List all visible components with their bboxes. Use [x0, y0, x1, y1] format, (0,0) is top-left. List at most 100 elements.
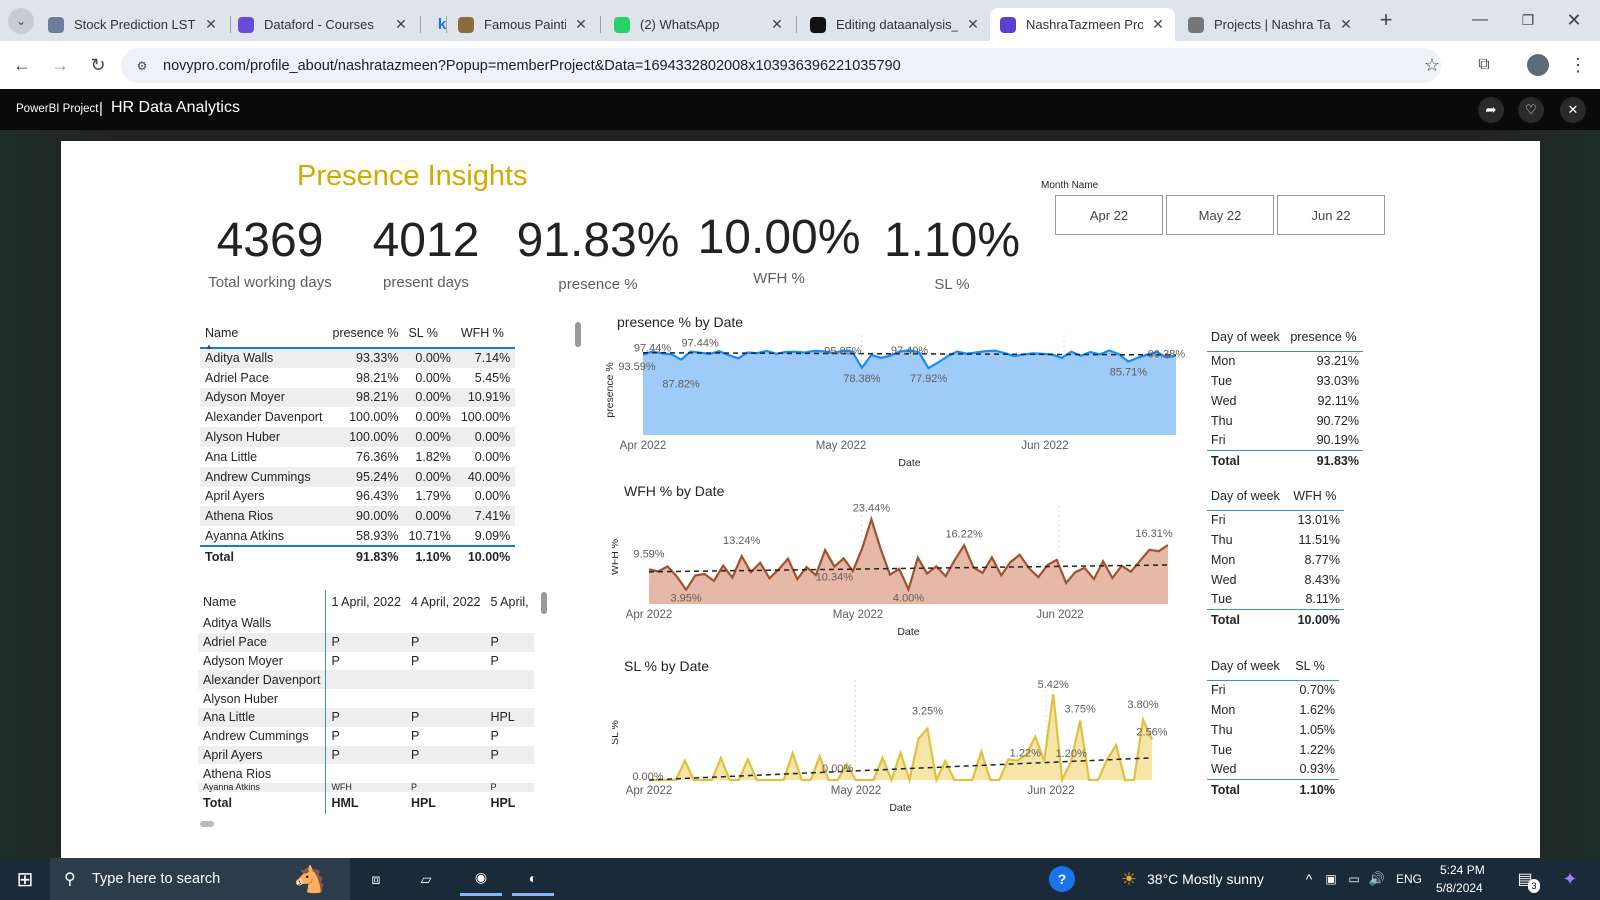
browser-tab[interactable]: Editing dataanalysis_ ✕: [800, 8, 990, 41]
matrix-h-scrollbar[interactable]: [200, 821, 214, 827]
chrome-taskbar-icon[interactable]: ◉: [460, 862, 502, 896]
file-app-icon[interactable]: ▱: [409, 862, 443, 896]
column-header[interactable]: 1 April, 2022: [325, 590, 406, 614]
reload-icon[interactable]: ↻: [86, 53, 110, 77]
table-row[interactable]: Alyson Huber 100.00% 0.00% 0.00%: [200, 427, 516, 447]
new-tab-button[interactable]: +: [1374, 7, 1398, 32]
dow-row[interactable]: Tue 8.11%: [1207, 590, 1344, 610]
close-popup-icon[interactable]: ✕: [1560, 97, 1586, 123]
column-header[interactable]: Day of week: [1207, 652, 1292, 681]
matrix-row[interactable]: Alexander Davenport: [198, 670, 534, 690]
close-tab-icon[interactable]: ✕: [574, 16, 588, 33]
tray-chevron-icon[interactable]: ^: [1300, 862, 1318, 896]
close-tab-icon[interactable]: ✕: [770, 16, 784, 33]
column-header[interactable]: 4 April, 2022: [406, 590, 486, 614]
month-option[interactable]: Apr 22: [1055, 195, 1163, 235]
windows-start-icon[interactable]: ⊞: [8, 862, 42, 896]
dow-row[interactable]: Fri 90.19%: [1207, 431, 1363, 451]
table-scrollbar[interactable]: [575, 322, 581, 347]
table-row[interactable]: Andrew Cummings 95.24% 0.00% 40.00%: [200, 466, 516, 487]
table-row[interactable]: Athena Rios 90.00% 0.00% 7.41%: [200, 506, 516, 527]
matrix-row[interactable]: Ana Little P P HPL: [198, 707, 534, 727]
table-row[interactable]: April Ayers 96.43% 1.79% 0.00%: [200, 487, 515, 507]
table-row[interactable]: Adyson Moyer 98.21% 0.00% 10.91%: [200, 387, 516, 408]
extensions-icon[interactable]: ⧉: [1472, 53, 1496, 77]
restore-button[interactable]: ❐: [1516, 8, 1540, 32]
sort-asc-icon[interactable]: ▲: [205, 342, 213, 351]
weather-icon[interactable]: ☀: [1116, 862, 1142, 896]
browser-tab[interactable]: Projects | Nashra Taz ✕: [1178, 8, 1363, 41]
browser-tab[interactable]: Famous Paintings ✕: [448, 8, 598, 41]
dow-row[interactable]: Fri 0.70%: [1207, 680, 1339, 700]
column-header[interactable]: SL %: [403, 318, 456, 349]
back-icon[interactable]: ←: [10, 53, 34, 77]
weather-text[interactable]: 38°C Mostly sunny: [1147, 862, 1264, 896]
edge-taskbar-icon[interactable]: ◐: [512, 862, 554, 896]
dow-row[interactable]: Thu 90.72%: [1207, 411, 1363, 431]
column-header[interactable]: WFH %: [455, 318, 516, 349]
dow-row[interactable]: Wed 92.11%: [1207, 391, 1363, 411]
table-row[interactable]: Ayanna Atkins 58.93% 10.71% 9.09%: [200, 526, 515, 546]
close-tab-icon[interactable]: ✕: [966, 16, 980, 33]
clock-time[interactable]: 5:24 PM: [1440, 861, 1485, 879]
network-icon[interactable]: ▣: [1322, 862, 1340, 896]
profile-avatar[interactable]: [1527, 54, 1549, 76]
browser-tab[interactable]: NashraTazmeen Proje ✕: [990, 8, 1175, 41]
volume-icon[interactable]: 🔊: [1368, 862, 1386, 896]
site-info-icon[interactable]: ⚙: [133, 57, 151, 75]
matrix-row[interactable]: Ayanna Atkins WFH P P: [198, 783, 534, 793]
help-icon[interactable]: ?: [1049, 866, 1075, 892]
column-header[interactable]: Day of week: [1207, 482, 1290, 511]
browser-tab[interactable]: k: [424, 8, 446, 41]
month-option[interactable]: May 22: [1166, 195, 1274, 235]
url-text[interactable]: novypro.com/profile_about/nashratazmeen?…: [163, 58, 901, 74]
dow-row[interactable]: Tue 93.03%: [1207, 371, 1363, 391]
dow-row[interactable]: Thu 11.51%: [1207, 530, 1344, 550]
close-tab-icon[interactable]: ✕: [394, 16, 408, 33]
column-header[interactable]: 5 April,: [485, 590, 533, 614]
forward-icon[interactable]: →: [48, 53, 72, 77]
matrix-row[interactable]: Aditya Walls: [198, 614, 534, 633]
dow-row[interactable]: Wed 8.43%: [1207, 570, 1344, 590]
month-option[interactable]: Jun 22: [1277, 195, 1385, 235]
dow-row[interactable]: Mon 93.21%: [1207, 351, 1363, 371]
taskbar-search[interactable]: ⚲ Type here to search 🐴: [50, 858, 350, 900]
dow-row[interactable]: Mon 8.77%: [1207, 550, 1344, 570]
browser-tab[interactable]: Stock Prediction LSTM ✕: [38, 8, 228, 41]
dow-row[interactable]: Tue 1.22%: [1207, 740, 1339, 760]
column-header[interactable]: presence %: [327, 318, 404, 349]
matrix-row[interactable]: Adyson Moyer P P P: [198, 651, 534, 671]
column-header[interactable]: Name: [198, 590, 326, 614]
table-row[interactable]: Aditya Walls 93.33% 0.00% 7.14%: [200, 348, 516, 368]
language-indicator[interactable]: ENG: [1396, 862, 1422, 896]
clock-date[interactable]: 5/8/2024: [1436, 879, 1483, 897]
close-window-button[interactable]: ✕: [1562, 8, 1586, 32]
matrix-row[interactable]: Adriel Pace P P P: [198, 632, 534, 652]
matrix-row[interactable]: Alyson Huber: [198, 689, 534, 708]
menu-icon[interactable]: ⋮: [1566, 53, 1590, 77]
minimize-button[interactable]: —: [1468, 8, 1492, 32]
dow-row[interactable]: Mon 1.62%: [1207, 700, 1339, 720]
column-header[interactable]: SL %: [1291, 652, 1339, 681]
browser-tab[interactable]: Dataford - Courses ✕: [228, 8, 418, 41]
matrix-scrollbar[interactable]: [541, 592, 547, 614]
table-row[interactable]: Adriel Pace 98.21% 0.00% 5.45%: [200, 368, 515, 388]
column-header[interactable]: presence %: [1286, 323, 1363, 352]
matrix-row[interactable]: April Ayers P P P: [198, 745, 534, 765]
dow-row[interactable]: Fri 13.01%: [1207, 510, 1344, 530]
matrix-row[interactable]: Athena Rios: [198, 764, 534, 784]
tab-search-icon[interactable]: ⌄: [8, 8, 34, 34]
battery-icon[interactable]: ▭: [1345, 862, 1363, 896]
matrix-row[interactable]: Andrew Cummings P P P: [198, 726, 534, 746]
share-icon[interactable]: ➦: [1478, 97, 1504, 123]
close-tab-icon[interactable]: ✕: [204, 16, 218, 33]
close-tab-icon[interactable]: ✕: [1339, 16, 1353, 33]
task-view-icon[interactable]: ⧈: [359, 862, 393, 896]
table-row[interactable]: Alexander Davenport 100.00% 0.00% 100.00%: [200, 407, 515, 427]
column-header[interactable]: WFH %: [1289, 482, 1344, 511]
dow-row[interactable]: Wed 0.93%: [1207, 760, 1339, 780]
dow-row[interactable]: Thu 1.05%: [1207, 720, 1339, 740]
column-header[interactable]: Day of week: [1207, 323, 1287, 352]
copilot-icon[interactable]: ✦: [1555, 862, 1585, 896]
column-header[interactable]: Name: [200, 318, 328, 349]
